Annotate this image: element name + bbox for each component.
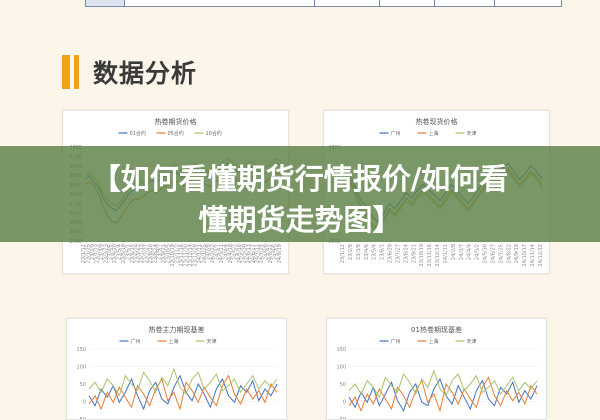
legend-label: 天津 <box>467 338 477 345</box>
legend-label: 天津 <box>207 338 217 345</box>
basis-01-chart: 01热卷期现基差广州 上海 天津 150 100 50 0 -50 <box>326 318 547 420</box>
x-tick-label: 24/9/19 <box>514 244 520 263</box>
table-header-shade <box>86 0 124 6</box>
x-tick-label: 23/6/1 <box>380 244 386 260</box>
x-tick-label: 24/5/30 <box>483 244 489 263</box>
x-tick-label: 23/12/14 <box>435 244 441 266</box>
y-tick-label: 0 <box>343 400 346 406</box>
y-tick-label: 100 <box>76 365 86 371</box>
legend-label: 10合约 <box>206 130 222 137</box>
y-tick-label: 150 <box>336 347 346 353</box>
main-basis-chart-svg: 热卷主力期现基差广州 上海 天津 150 100 50 0 -50 <box>76 325 278 419</box>
x-tick-label: 23/1/12 <box>340 244 346 263</box>
main-basis-chart: 热卷主力期现基差广州 上海 天津 150 100 50 0 -50 <box>66 318 287 420</box>
chart-title: 01热卷期现基差 <box>411 325 462 334</box>
x-tick-label: 23/10/19 <box>419 244 425 266</box>
chart-title: 热卷期货价格 <box>155 117 197 126</box>
x-tick-label: 24/3/7 <box>459 244 465 260</box>
legend-label: 广州 <box>391 338 401 345</box>
x-tick-label: 23/2/9 <box>348 244 354 260</box>
y-tick-label: 0 <box>83 400 86 406</box>
x-tick-label: 24/5/2 <box>475 244 481 260</box>
x-tick-label: 24/1/11 <box>443 244 449 263</box>
legend-label: 上海 <box>429 338 439 345</box>
x-tick-label: 23/8/24 <box>403 244 409 263</box>
chart-title: 热卷现货价格 <box>416 117 458 126</box>
legend-label: 01合约 <box>130 130 146 137</box>
x-tick-label: 23/7/27 <box>395 244 401 263</box>
x-tick-label: 23/6/29 <box>388 244 394 263</box>
x-tick-label: 24/7/25 <box>498 244 504 263</box>
section-accent-bar <box>74 55 79 89</box>
x-tick-label: 23/9/21 <box>411 244 417 263</box>
table-divider <box>124 0 125 6</box>
basis-01-chart-svg: 01热卷期现基差广州 上海 天津 150 100 50 0 -50 <box>336 325 538 419</box>
table-divider <box>434 0 435 6</box>
x-tick-label: 24/4/4 <box>467 244 473 260</box>
x-tick-label: 24/11/14 <box>530 244 536 266</box>
legend-label: 广州 <box>391 130 401 137</box>
banner-title-line1: 【如何看懂期货行情报价/如何看 <box>91 162 509 196</box>
section-accent-bar <box>62 55 70 89</box>
x-tick-label: 23/4/6 <box>364 244 370 260</box>
section-title: 数据分析 <box>93 59 198 88</box>
legend-label: 天津 <box>467 130 477 137</box>
y-tick-label: 100 <box>336 365 346 371</box>
x-tick-label: 24/12/12 <box>538 244 544 266</box>
legend-label: 上海 <box>169 338 179 345</box>
legend-label: 广州 <box>131 338 141 345</box>
x-tick-label: 24/6/27 <box>490 244 496 263</box>
x-tick-label: 24/10/17 <box>522 244 528 266</box>
y-tick-label: 50 <box>80 382 86 388</box>
y-tick-label: 150 <box>76 347 86 353</box>
legend-label: 上海 <box>429 130 439 137</box>
legend-label: 05合约 <box>168 130 184 137</box>
table-divider <box>494 0 495 6</box>
top-table <box>85 0 562 7</box>
y-tick-label: -50 <box>78 417 86 419</box>
y-tick-label: -50 <box>338 417 346 419</box>
x-tick-label: 23/3/9 <box>356 244 362 260</box>
y-tick-label: 50 <box>340 382 346 388</box>
x-tick-label: 23/11/16 <box>427 244 433 266</box>
chart-title: 热卷主力期现基差 <box>149 325 205 334</box>
x-tick-label: 23/5/4 <box>372 244 378 260</box>
table-divider <box>379 0 380 6</box>
x-tick-label: 24/9/19 <box>277 244 283 263</box>
x-tick-label: 24/2/8 <box>451 244 457 260</box>
table-divider <box>314 0 315 6</box>
banner-title-line2: 懂期货走势图】 <box>198 203 402 237</box>
x-tick-label: 24/8/22 <box>506 244 512 263</box>
